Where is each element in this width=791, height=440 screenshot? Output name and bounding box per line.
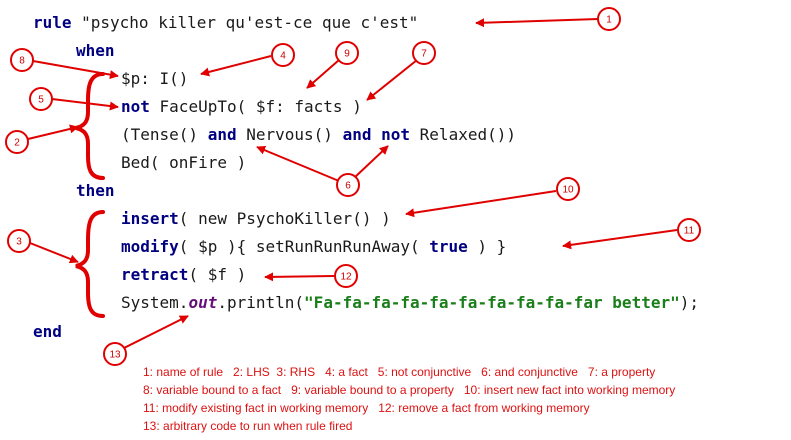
lhs-line-3-token: not [381,125,410,144]
marker-6-label: 6 [345,181,351,192]
rule-line: rule "psycho killer qu'est-ce que c'est" [33,13,418,32]
marker-7-label: 7 [421,49,427,60]
marker-13-label: 13 [109,350,121,361]
rule-name: "psycho killer qu'est-ce que c'est" [81,13,418,32]
arrow-4 [200,55,272,77]
marker-3-label: 3 [16,237,22,248]
lhs-line-3-token: and [343,125,372,144]
lhs-line-3-token: Relaxed()) [410,125,516,144]
marker-13: 13 [103,342,127,366]
arrow-5 [51,98,119,111]
marker-2: 2 [5,130,29,154]
rhs-line-1-token: insert [121,209,179,228]
legend-line-4: 13: arbitrary code to run when rule fire… [143,419,352,433]
lhs-brace [75,72,105,180]
lhs-line-4-token: Bed( onFire ) [121,153,246,172]
marker-4-label: 4 [280,51,286,62]
rhs-line-2: modify( $p ){ setRunRunRunAway( true ) } [121,237,506,256]
lhs-line-1: $p: I() [121,69,188,88]
rhs-line-3-token: retract [121,265,188,284]
lhs-line-3: (Tense() and Nervous() and not Relaxed()… [121,125,516,144]
rhs-line-4-token: out [188,293,217,312]
rhs-line-4-token: System. [121,293,188,312]
rule-keyword: rule [33,13,72,32]
then-keyword: then [76,181,115,200]
rhs-line-2-token: true [429,237,468,256]
arrow-2 [27,124,79,140]
arrow-11 [562,229,678,250]
arrow-10 [405,190,557,218]
lhs-line-1-token: $p: I() [121,69,188,88]
marker-12-label: 12 [340,272,352,283]
marker-7: 7 [412,41,436,65]
arrow-9 [306,59,340,89]
code-block: rule "psycho killer qu'est-ce que c'est" … [33,13,699,341]
rhs-line-2-token: ) } [468,237,507,256]
rhs-line-3-token: ( $f ) [188,265,246,284]
lhs-line-4: Bed( onFire ) [121,153,246,172]
rhs-line-1: insert( new PsychoKiller() ) [121,209,391,228]
legend-line-2: 8: variable bound to a fact 9: variable … [143,383,675,397]
marker-2-label: 2 [14,138,20,149]
rhs-line-3: retract( $f ) [121,265,246,284]
marker-8-label: 8 [19,56,25,67]
marker-8: 8 [10,48,34,72]
lhs-line-2: not FaceUpTo( $f: facts ) [121,97,362,116]
lhs-line-3-token: Nervous() [237,125,343,144]
legend: 1: name of rule 2: LHS 3: RHS 4: a fact … [143,365,675,433]
lhs-line-2-token: FaceUpTo( $f: facts ) [150,97,362,116]
marker-10: 10 [556,177,580,201]
rhs-line-4: System.out.println("Fa-fa-fa-fa-fa-fa-fa… [121,293,699,312]
arrow-6a [256,145,340,182]
when-keyword: when [76,41,115,60]
marker-3: 3 [7,229,31,253]
arrow-1 [475,18,599,28]
rhs-line-2-token: modify [121,237,179,256]
rhs-line-4-token: "Fa-fa-fa-fa-fa-fa-fa-fa-fa-far better" [304,293,680,312]
arrow-7 [366,59,418,101]
marker-12: 12 [334,264,358,288]
marker-5: 5 [29,87,53,111]
marker-6: 6 [336,173,360,197]
marker-5-label: 5 [38,95,44,106]
arrow-6b [353,145,389,179]
rhs-line-4-token: .println( [217,293,304,312]
marker-11-label: 11 [684,226,695,237]
lhs-line-2-token: not [121,97,150,116]
arrow-8 [32,60,119,80]
marker-10-label: 10 [562,185,574,196]
marker-11: 11 [677,218,701,242]
arrow-12 [264,272,335,282]
marker-4: 4 [271,43,295,67]
legend-line-1: 1: name of rule 2: LHS 3: RHS 4: a fact … [143,365,655,379]
marker-9-label: 9 [344,49,350,60]
marker-1-label: 1 [606,15,612,26]
rhs-line-2-token: ( $p ){ setRunRunRunAway( [179,237,429,256]
end-keyword: end [33,322,62,341]
lhs-line-3-token: (Tense() [121,125,208,144]
rhs-line-4-token: ); [680,293,699,312]
arrow-3 [29,242,79,264]
rule-diagram: rule "psycho killer qu'est-ce que c'est" … [5,7,701,433]
arrow-13 [121,315,189,350]
marker-1: 1 [597,7,621,31]
marker-9: 9 [335,41,359,65]
lhs-line-3-token: and [208,125,237,144]
rhs-line-1-token: ( new PsychoKiller() ) [179,209,391,228]
lhs-line-3-token [371,125,381,144]
rhs-brace [75,210,105,318]
legend-line-3: 11: modify existing fact in working memo… [143,401,590,415]
